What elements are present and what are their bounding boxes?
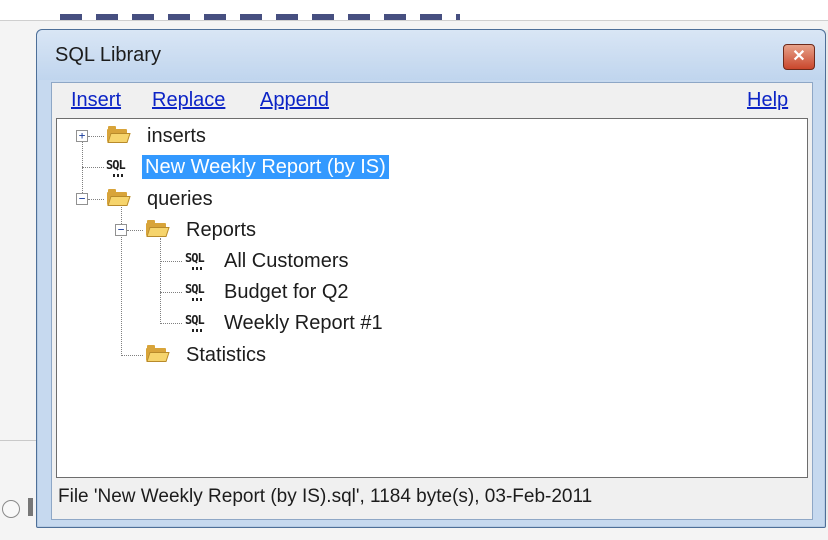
tree-line [88,136,104,137]
background-divider [0,440,40,441]
insert-link[interactable]: Insert [71,89,121,112]
collapse-minus-icon[interactable]: − [76,193,88,205]
tree-label-reports: Reports [186,219,257,241]
tree-line [160,292,182,293]
replace-link[interactable]: Replace [152,89,225,112]
tree-label-statistics: Statistics [186,344,267,366]
sql-file-icon: SQL [185,313,211,333]
tree-label-inserts: inserts [147,125,206,147]
tree-line [88,199,104,200]
folder-icon [107,126,131,143]
append-link[interactable]: Append [260,89,329,112]
tree-label-queries: queries [147,188,213,210]
tree-line [82,167,104,168]
sql-file-icon: SQL [185,251,211,271]
background-text-strip [60,14,460,20]
window-title: SQL Library [55,44,161,66]
collapse-minus-icon[interactable]: − [115,224,127,236]
tree-label-weekly-report-1: Weekly Report #1 [224,312,383,334]
sql-file-icon: SQL [185,282,211,302]
sql-file-icon: SQL [106,158,132,178]
close-icon: ✕ [792,48,806,65]
tree-line [160,323,182,324]
folder-icon [107,189,131,206]
close-button[interactable]: ✕ [783,44,815,70]
tree-line [160,238,161,324]
tree-line [121,355,143,356]
status-bar: File 'New Weekly Report (by IS).sql', 11… [58,486,593,507]
dialog-client-area: Insert Replace Append Help + inserts SQL… [51,82,813,520]
help-link[interactable]: Help [747,89,788,112]
tree-label-new-weekly-report: New Weekly Report (by IS) [142,155,389,179]
folder-icon [146,220,170,237]
sql-library-dialog: SQL Library ✕ Insert Replace Append Help [36,29,826,528]
library-tree-view[interactable]: + inserts SQL New Weekly Report (by IS) … [56,118,808,478]
folder-icon [146,345,170,362]
tree-label-all-customers: All Customers [224,250,349,272]
background-radio-button[interactable] [2,500,20,518]
tree-label-budget-q2: Budget for Q2 [224,281,349,303]
background-label-fragment [28,498,33,516]
expand-plus-icon[interactable]: + [76,130,88,142]
tree-line [160,261,182,262]
tree-line [127,230,143,231]
title-bar[interactable]: SQL Library ✕ [37,30,825,80]
